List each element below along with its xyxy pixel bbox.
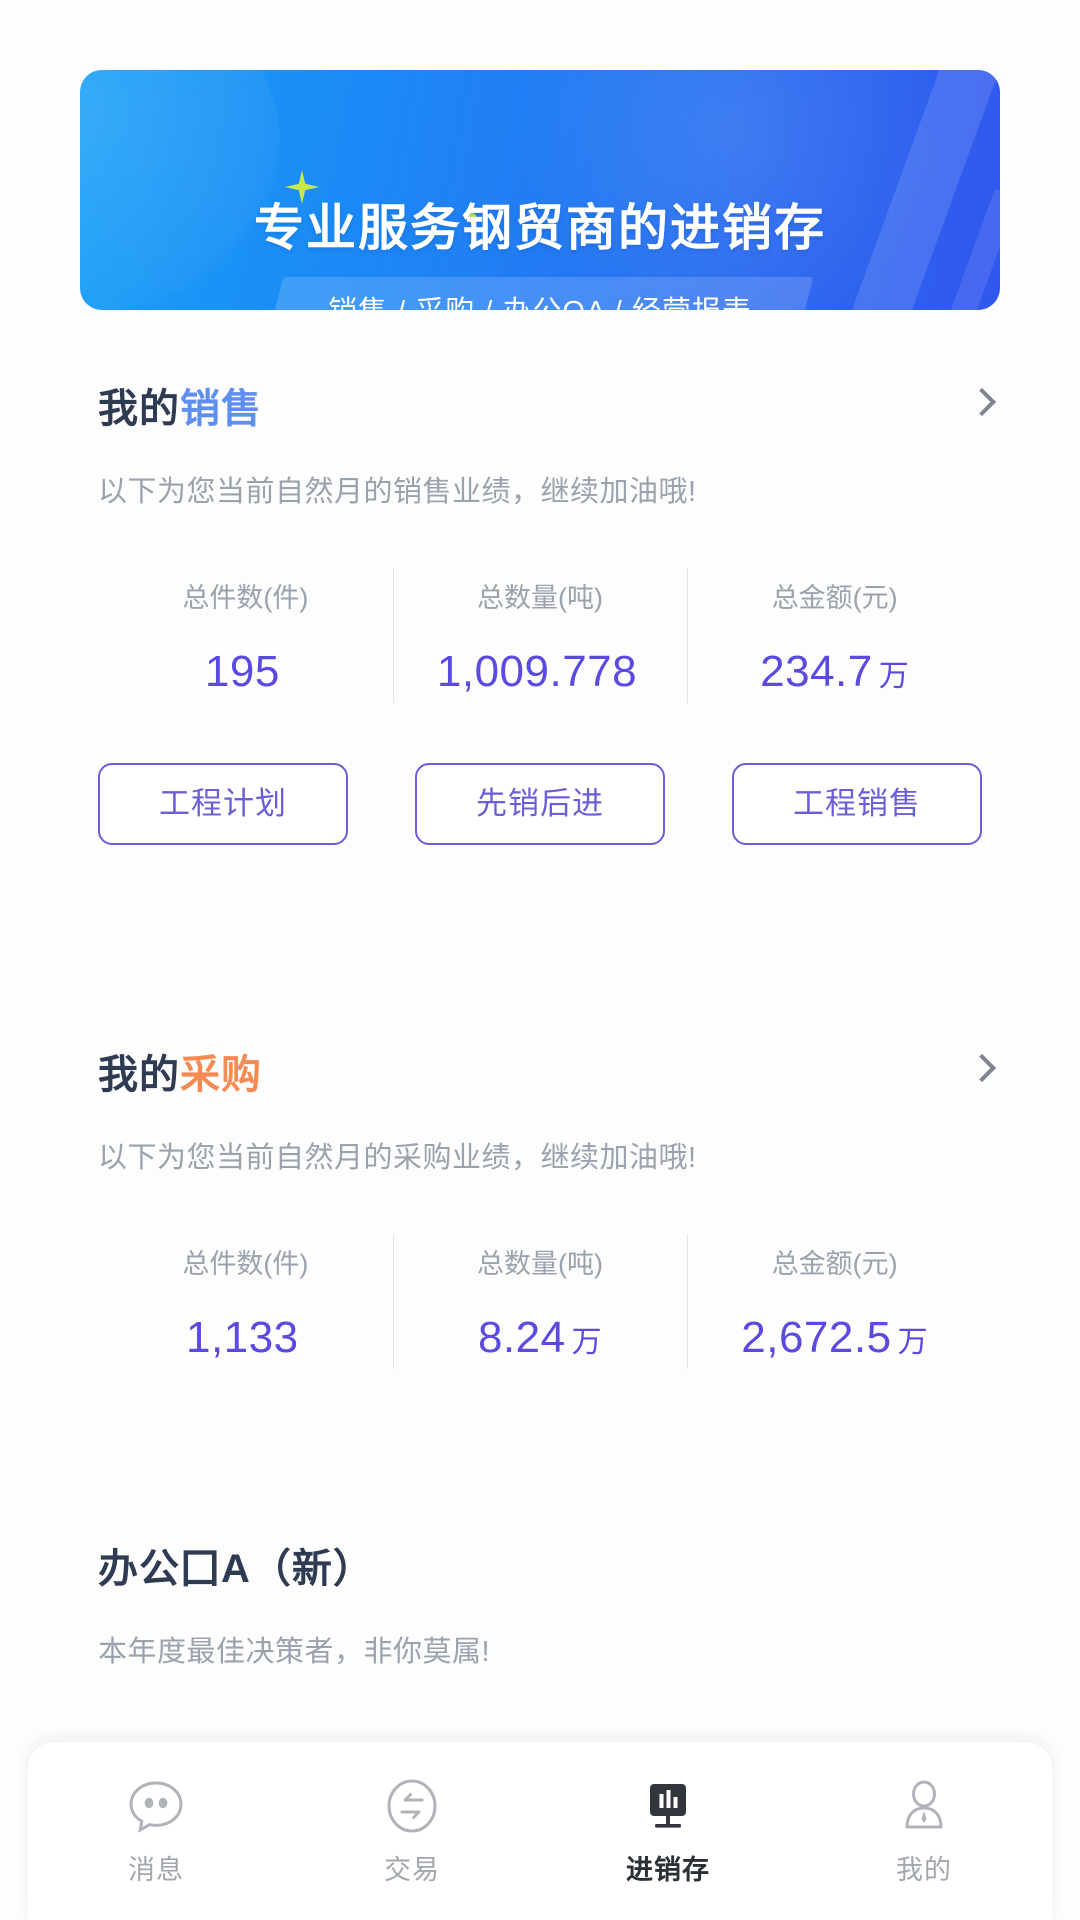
stat-number: 195 bbox=[204, 647, 280, 696]
oa-title: 办公囗A（新） bbox=[98, 1547, 374, 1591]
bottom-tab-bar: 消息 交易 进销存 我的 bbox=[28, 1742, 1052, 1920]
sales-title-prefix: 我的 bbox=[98, 387, 180, 431]
person-icon bbox=[796, 1772, 1052, 1840]
stat-label: 总件数(件) bbox=[182, 583, 309, 613]
purchase-section: 我的采购 以下为您当前自然月的采购业绩，继续加油哦! 总件数(件) 1,133 … bbox=[0, 1046, 1080, 1373]
purchase-stat-item: 总数量(吨) 8.24 万 bbox=[392, 1228, 688, 1373]
message-icon bbox=[28, 1772, 284, 1840]
purchase-description: 以下为您当前自然月的采购业绩，继续加油哦! bbox=[98, 1142, 697, 1174]
stat-value: 234.7 万 bbox=[687, 647, 982, 697]
stat-value: 1,133 bbox=[98, 1313, 393, 1363]
tab-label: 我的 bbox=[896, 1855, 952, 1885]
sales-stat-item: 总件数(件) 195 bbox=[98, 562, 393, 707]
sales-stat-item: 总数量(吨) 1,009.778 bbox=[392, 562, 688, 707]
stat-label: 总金额(元) bbox=[771, 1249, 898, 1279]
banner-subtitle: 销售 / 采购 / 办公OA / 经营报表 bbox=[80, 288, 1000, 310]
stat-unit: 万 bbox=[571, 1326, 603, 1359]
stat-label: 总金额(元) bbox=[771, 583, 898, 613]
sales-section: 我的销售 以下为您当前自然月的销售业绩，继续加油哦! 总件数(件) 195 总数… bbox=[0, 380, 1080, 845]
purchase-title-prefix: 我的 bbox=[98, 1053, 180, 1097]
engineering-sales-button[interactable]: 工程销售 bbox=[732, 763, 982, 845]
app-screen: 专业服务钢贸商的进销存 销售 / 采购 / 办公OA / 经营报表 我的销售 以… bbox=[0, 0, 1080, 1920]
oa-description: 本年度最佳决策者，非你莫属! bbox=[98, 1636, 491, 1668]
oa-section: 办公囗A（新） 本年度最佳决策者，非你莫属! bbox=[0, 1540, 1080, 1670]
tab-label: 消息 bbox=[128, 1855, 184, 1885]
stat-label: 总数量(吨) bbox=[477, 1249, 603, 1279]
sales-stat-item: 总金额(元) 234.7 万 bbox=[687, 562, 982, 707]
tab-messages[interactable]: 消息 bbox=[28, 1772, 284, 1887]
engineering-plan-button[interactable]: 工程计划 bbox=[98, 763, 348, 845]
stat-number: 8.24 bbox=[477, 1313, 566, 1362]
sales-title: 我的销售 bbox=[98, 380, 982, 438]
stat-unit: 万 bbox=[897, 1326, 929, 1359]
stat-number: 1,133 bbox=[186, 1313, 299, 1362]
tab-label: 交易 bbox=[384, 1855, 440, 1885]
exchange-icon bbox=[284, 1772, 540, 1840]
purchase-title: 我的采购 bbox=[98, 1046, 982, 1104]
tab-profile[interactable]: 我的 bbox=[796, 1772, 1052, 1887]
stat-number: 1,009.778 bbox=[436, 647, 638, 696]
sales-title-accent: 销售 bbox=[180, 387, 262, 431]
purchase-stat-item: 总件数(件) 1,133 bbox=[98, 1228, 393, 1373]
stat-value: 2,672.5 万 bbox=[687, 1313, 982, 1363]
stat-label: 总件数(件) bbox=[182, 1249, 309, 1279]
purchase-title-accent: 采购 bbox=[180, 1053, 262, 1097]
inventory-monitor-icon bbox=[540, 1772, 796, 1840]
tab-inventory[interactable]: 进销存 bbox=[540, 1772, 796, 1887]
tab-transactions[interactable]: 交易 bbox=[284, 1772, 540, 1887]
banner-title: 专业服务钢贸商的进销存 bbox=[254, 200, 826, 256]
sales-section-header[interactable]: 我的销售 bbox=[0, 380, 1080, 444]
stat-number: 234.7 bbox=[760, 647, 873, 696]
promo-banner-card[interactable]: 专业服务钢贸商的进销存 销售 / 采购 / 办公OA / 经营报表 bbox=[80, 70, 1000, 310]
stat-label: 总数量(吨) bbox=[477, 583, 603, 613]
oa-section-header[interactable]: 办公囗A（新） bbox=[0, 1540, 1080, 1604]
sales-description: 以下为您当前自然月的销售业绩，继续加油哦! bbox=[98, 476, 697, 508]
stat-unit: 万 bbox=[878, 660, 910, 693]
sales-action-buttons: 工程计划 先销后进 工程销售 bbox=[0, 763, 1080, 845]
purchase-stat-item: 总金额(元) 2,672.5 万 bbox=[687, 1228, 982, 1373]
sell-first-button[interactable]: 先销后进 bbox=[415, 763, 665, 845]
purchase-stats-row: 总件数(件) 1,133 总数量(吨) 8.24 万 总金额(元) 2,672.5… bbox=[0, 1228, 1080, 1373]
tab-label: 进销存 bbox=[626, 1855, 710, 1885]
sales-stats-row: 总件数(件) 195 总数量(吨) 1,009.778 总金额(元) 234.7… bbox=[0, 562, 1080, 707]
stat-value: 195 bbox=[98, 647, 393, 697]
stat-number: 2,672.5 bbox=[741, 1313, 892, 1362]
stat-value: 8.24 万 bbox=[393, 1313, 688, 1363]
purchase-section-header[interactable]: 我的采购 bbox=[0, 1046, 1080, 1110]
stat-value: 1,009.778 bbox=[393, 647, 688, 697]
promo-banner[interactable]: 专业服务钢贸商的进销存 销售 / 采购 / 办公OA / 经营报表 bbox=[80, 70, 1000, 310]
